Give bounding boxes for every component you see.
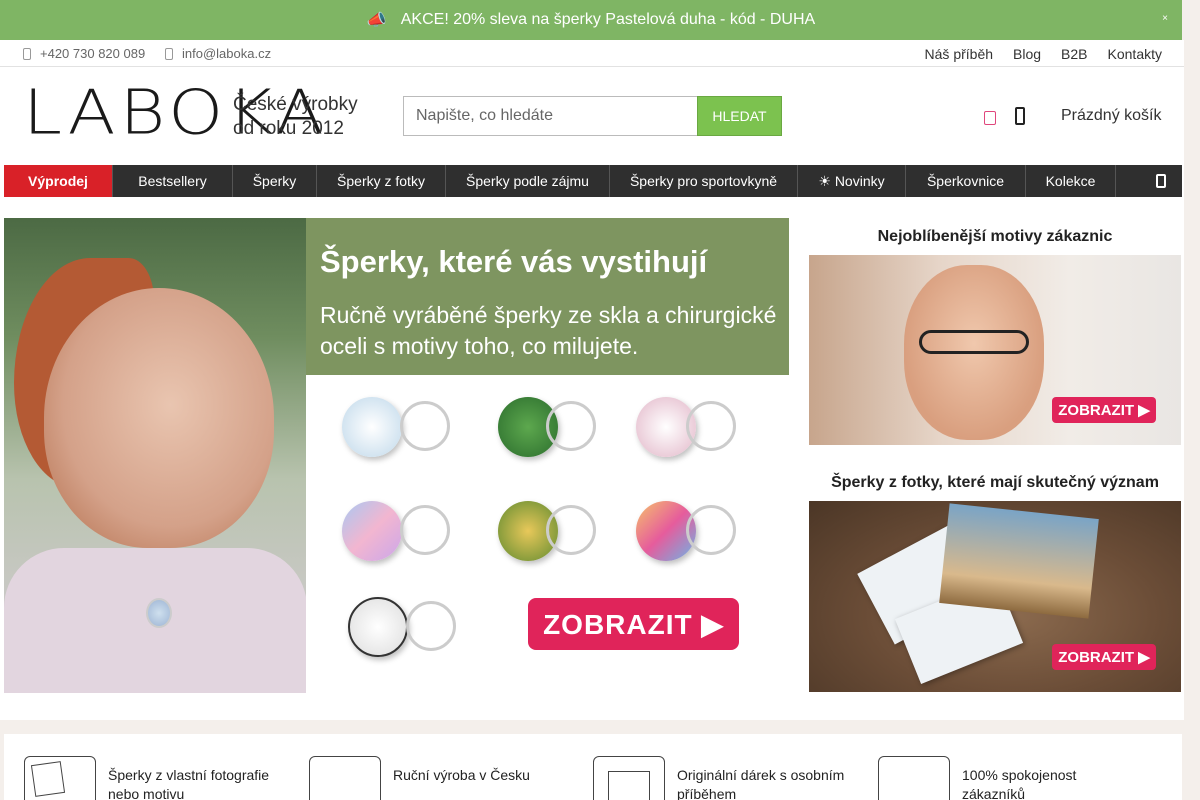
page: +420 730 820 089 info@laboka.cz Náš příb… <box>0 40 1184 720</box>
usp-item: 100% spokojenost zákazníků <box>878 756 1132 800</box>
photo-frame-icon <box>24 756 96 800</box>
nav-label: Šperky <box>252 173 297 189</box>
cart-label[interactable]: Prázdný košík <box>1061 107 1161 125</box>
cart-icon[interactable] <box>1015 107 1025 125</box>
nav-label: Kolekce <box>1045 173 1096 189</box>
usp-text: Šperky z vlastní fotografie nebo motivu <box>108 767 270 800</box>
nav-label: Šperky pro sportovkyně <box>629 173 778 189</box>
hero-cta-button[interactable]: ZOBRAZIT ▶ <box>528 598 739 650</box>
close-icon[interactable]: × <box>1162 13 1168 24</box>
logo[interactable]: LABOKA <box>23 81 324 147</box>
product-image <box>348 597 408 657</box>
side-banner-cta-button[interactable]: ZOBRAZIT ▶ <box>1052 644 1156 670</box>
nav-item-sperky-podle-zajmu[interactable]: Šperky podle zájmu <box>446 165 610 197</box>
side-banner-cta-button[interactable]: ZOBRAZIT ▶ <box>1052 397 1156 423</box>
nav-item-sperky-pro-sportovkyne[interactable]: Šperky pro sportovkyně <box>610 165 798 197</box>
megaphone-icon: 📣 <box>366 12 387 29</box>
nav-more-button[interactable] <box>1116 165 1182 197</box>
side-banner-title: Šperky z fotky, které mají skutečný význ… <box>831 473 1159 491</box>
nav-label: Šperkovnice <box>926 173 1005 189</box>
link-nas-pribeh[interactable]: Náš příběh <box>925 46 993 62</box>
wishlist-icon[interactable] <box>984 111 996 125</box>
nav-item-sperky-z-fotky[interactable]: Šperky z fotky <box>317 165 446 197</box>
promo-text[interactable]: AKCE! 20% sleva na šperky Pastelová duha… <box>401 11 815 29</box>
hero-text-panel: Šperky, které vás vystihují Ručně vyrábě… <box>306 218 789 375</box>
nav-item-novinky[interactable]: ☀ Novinky <box>798 165 906 197</box>
hero-banner[interactable]: Šperky, které vás vystihují Ručně vyrábě… <box>4 218 789 693</box>
email-address[interactable]: info@laboka.cz <box>182 46 271 61</box>
phone-contact[interactable]: +420 730 820 089 <box>23 46 145 61</box>
nav-label: Bestsellery <box>138 173 207 189</box>
handmade-icon <box>309 756 381 800</box>
link-kontakty[interactable]: Kontakty <box>1108 46 1162 62</box>
hero-subtitle: Ručně vyráběné šperky ze skla a chirurgi… <box>320 302 777 359</box>
side-banner-title: Nejoblíbenější motivy zákaznic <box>877 227 1113 245</box>
product-image <box>342 397 402 457</box>
usp-text: 100% spokojenost zákazníků <box>962 767 1077 800</box>
usp-strip: Šperky z vlastní fotografie nebo motivu … <box>4 734 1182 800</box>
usp-text: Ruční výroba v Česku <box>393 767 530 783</box>
nav-item-sperky[interactable]: Šperky <box>233 165 317 197</box>
usp-item: Ruční výroba v Česku <box>309 756 563 800</box>
promo-bar[interactable]: 📣 AKCE! 20% sleva na šperky Pastelová du… <box>0 0 1182 40</box>
email-contact[interactable]: info@laboka.cz <box>165 46 271 61</box>
phone-icon <box>23 47 31 60</box>
hero-title: Šperky, které vás vystihují <box>320 244 708 279</box>
search-form: HLEDAT <box>403 96 782 136</box>
nav-label: Šperky podle zájmu <box>466 173 589 189</box>
top-bar: +420 730 820 089 info@laboka.cz Náš příb… <box>0 40 1184 67</box>
tagline: České výrobky od roku 2012 <box>233 94 358 139</box>
nav-label: ☀ Novinky <box>818 172 885 189</box>
header: LABOKA České výrobky od roku 2012 HLEDAT… <box>0 67 1184 165</box>
usp-item: Šperky z vlastní fotografie nebo motivu <box>24 756 278 800</box>
usp-item: Originální dárek s osobním příběhem <box>593 756 847 800</box>
link-b2b[interactable]: B2B <box>1061 46 1087 62</box>
gift-icon <box>593 756 665 800</box>
search-input[interactable] <box>403 96 697 136</box>
search-button[interactable]: HLEDAT <box>697 96 782 136</box>
pendant-image <box>146 598 172 628</box>
nav-item-sperkovnice[interactable]: Šperkovnice <box>906 165 1026 197</box>
usp-text: Originální dárek s osobním příběhem <box>677 767 845 800</box>
side-banner-favorites[interactable]: Nejoblíbenější motivy zákaznic ZOBRAZIT … <box>809 218 1181 445</box>
link-blog[interactable]: Blog <box>1013 46 1041 62</box>
top-links: Náš příběh Blog B2B Kontakty <box>925 46 1162 62</box>
email-icon <box>165 47 173 60</box>
nav-item-bestsellery[interactable]: Bestsellery <box>113 165 233 197</box>
nav-label: Šperky z fotky <box>337 173 425 189</box>
product-image <box>342 501 402 561</box>
nav-item-vyprodej[interactable]: Výprodej <box>4 165 113 197</box>
side-banner-photo-jewelry[interactable]: Šperky z fotky, které mají skutečný význ… <box>809 464 1181 692</box>
nav-item-kolekce[interactable]: Kolekce <box>1026 165 1116 197</box>
phone-number[interactable]: +420 730 820 089 <box>40 46 145 61</box>
nav-label: Výprodej <box>28 173 88 189</box>
hero-photo <box>4 218 307 693</box>
main-nav: Výprodej Bestsellery Šperky Šperky z fot… <box>4 165 1182 197</box>
thumbs-up-icon <box>878 756 950 800</box>
menu-icon <box>1156 174 1166 188</box>
